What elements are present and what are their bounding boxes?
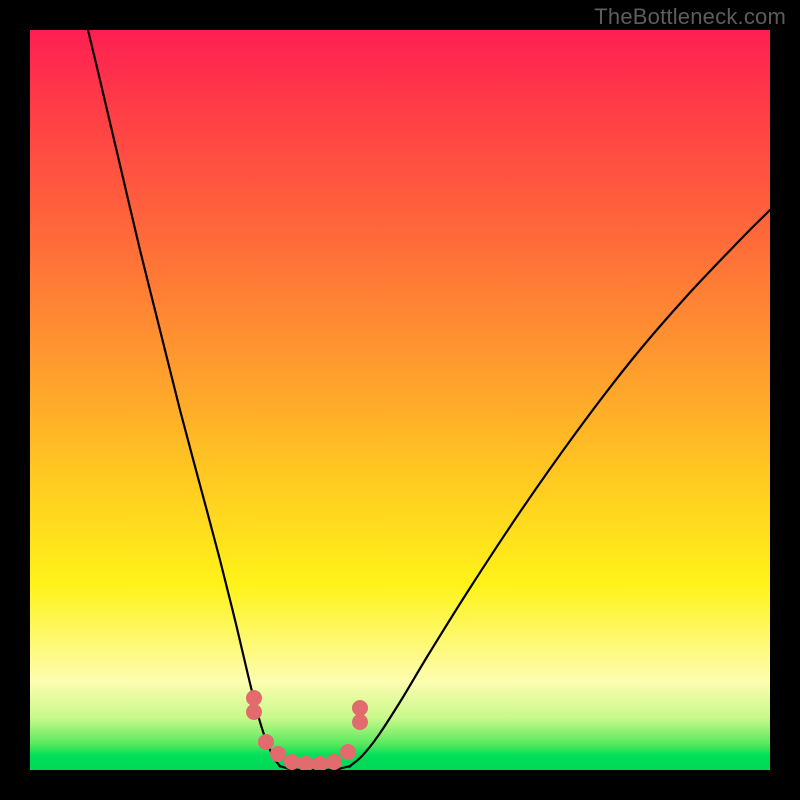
marker-trough-3 bbox=[312, 756, 328, 770]
marker-trough-2 bbox=[298, 756, 314, 770]
marker-left-band-1 bbox=[258, 734, 274, 750]
marker-right-band-1 bbox=[340, 744, 356, 760]
marker-left-band-2 bbox=[270, 746, 286, 762]
chart-frame: TheBottleneck.com bbox=[0, 0, 800, 800]
marker-left-upper-pair-b bbox=[246, 704, 262, 720]
marker-right-upper-pair-a bbox=[352, 714, 368, 730]
marker-left-upper-pair-a bbox=[246, 690, 262, 706]
bottleneck-curve bbox=[88, 30, 770, 770]
marker-trough-4 bbox=[326, 754, 342, 770]
marker-trough-1 bbox=[284, 754, 300, 770]
plot-area bbox=[30, 30, 770, 770]
watermark-text: TheBottleneck.com bbox=[594, 4, 786, 30]
marker-right-upper-pair-b bbox=[352, 700, 368, 716]
marker-group bbox=[246, 690, 368, 770]
curve-svg bbox=[30, 30, 770, 770]
